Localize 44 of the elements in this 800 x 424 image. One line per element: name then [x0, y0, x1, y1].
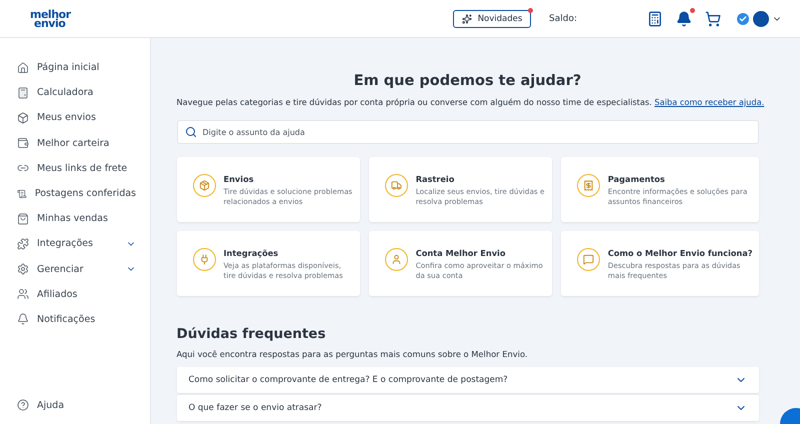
plug-icon: [192, 248, 216, 271]
home-icon: [17, 62, 29, 74]
search-field[interactable]: Digite o assunto da ajuda: [176, 120, 758, 144]
sidebar-item[interactable]: Calculadora: [0, 80, 150, 106]
bell-icon: [17, 313, 29, 326]
calculator-icon[interactable]: [647, 10, 663, 26]
sidebar-item[interactable]: Postagens conferidas: [0, 180, 150, 206]
sidebar-item[interactable]: Ajuda: [0, 392, 150, 418]
faq-item[interactable]: Como solicitar o comprovante de entrega? E o comprovante de postagem?: [176, 367, 758, 393]
sidebar-item[interactable]: Meus links de frete: [0, 156, 150, 181]
news-button[interactable]: Novidades: [453, 10, 532, 28]
users-icon: [17, 288, 29, 300]
sidebar-item[interactable]: Afiliados: [0, 282, 150, 307]
receipt-icon: [17, 188, 27, 200]
section-description: Aqui você encontra respostas para as perguntas mais comuns sobre o Melhor Envio.: [176, 349, 529, 359]
sidebar-item[interactable]: Gerenciar: [0, 256, 150, 282]
sidebar-item[interactable]: Notificações: [0, 306, 150, 332]
sidebar-item[interactable]: Página inicial: [0, 55, 150, 80]
logo[interactable]: melhor envio: [30, 10, 71, 28]
avatar[interactable]: [753, 10, 769, 26]
gear-icon: [17, 263, 29, 276]
puzzle-icon: [17, 238, 29, 250]
page-title: Em que podemos te ajudar?: [352, 73, 582, 89]
sidebar-item[interactable]: Minhas vendas: [0, 206, 150, 232]
search-icon: [184, 126, 196, 138]
wallet-icon: [17, 137, 29, 150]
sidebar-item[interactable]: Melhor carteira: [0, 130, 150, 156]
package-icon: [192, 174, 216, 197]
balance-label: Saldo:: [549, 14, 577, 24]
receipt-icon: [576, 174, 600, 197]
bag-icon: [17, 212, 29, 225]
sidebar-item[interactable]: Integrações: [0, 231, 150, 256]
notifications-button[interactable]: [676, 10, 692, 26]
truck-icon: [384, 174, 408, 197]
calculator-icon: [17, 86, 29, 99]
box-icon: [17, 112, 29, 124]
section-title: Dúvidas frequentes: [176, 326, 327, 342]
person-icon: [384, 248, 408, 271]
help-icon: [17, 399, 29, 412]
sparkle-icon: [462, 14, 472, 24]
faq-item[interactable]: O que fazer se o envio atrasar?: [176, 395, 758, 421]
cart-icon[interactable]: [705, 10, 721, 26]
sidebar-item[interactable]: Meus envios: [0, 105, 150, 131]
help-link[interactable]: Saiba como receber ajuda.: [654, 97, 764, 107]
